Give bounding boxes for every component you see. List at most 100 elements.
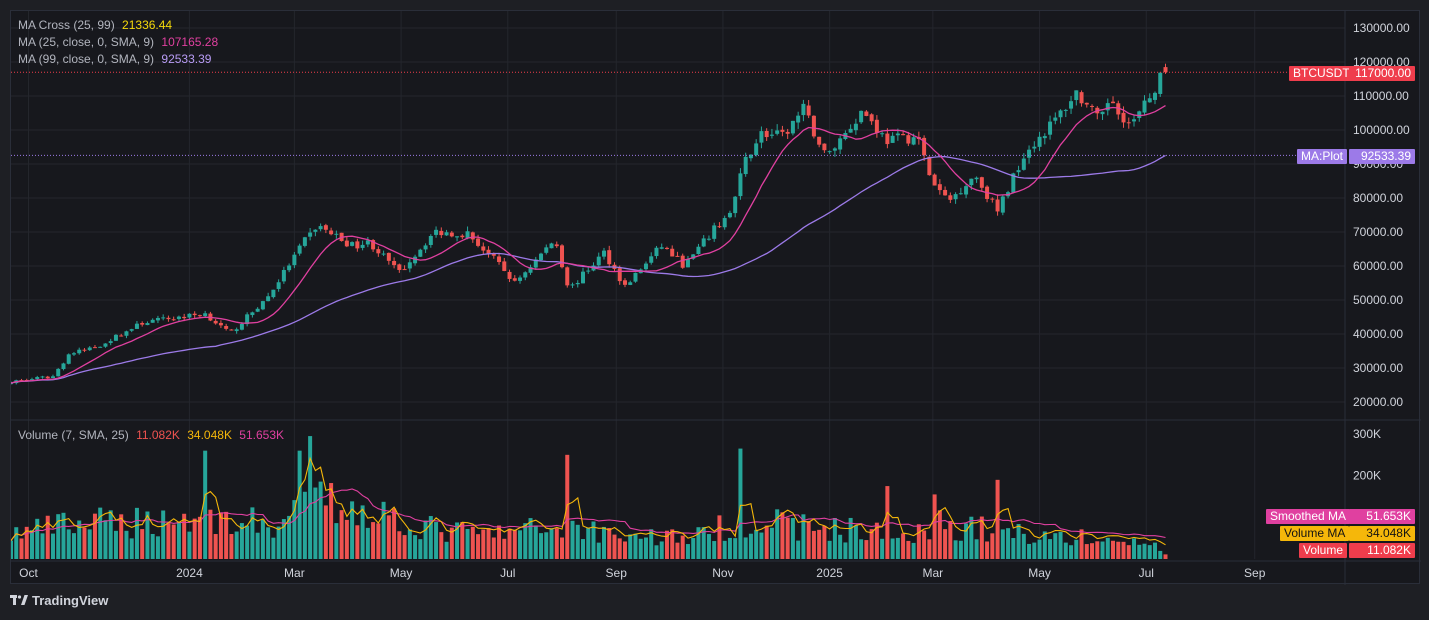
candle-body — [869, 114, 874, 122]
candle-body — [979, 177, 984, 188]
price-tick-label: 110000.00 — [1353, 89, 1409, 103]
volume-bar — [1016, 524, 1021, 559]
volume-bar — [507, 528, 512, 559]
candle-body — [455, 236, 460, 238]
chart-frame[interactable]: 20000.00 30000.00 40000.00 50000.00 60000.00… — [10, 10, 1421, 585]
volume-bar — [601, 526, 606, 559]
candle-body — [402, 269, 407, 271]
volume-bar — [691, 538, 696, 559]
candle-body — [927, 156, 932, 176]
candle-body — [859, 110, 864, 123]
candle-body — [1079, 92, 1084, 104]
price-tick-label: 30000.00 — [1353, 361, 1403, 375]
volume-bar — [197, 516, 202, 559]
candle-body — [218, 322, 223, 326]
volume-bar — [612, 534, 617, 559]
candle-body — [601, 250, 606, 257]
time-tick-label: Jul — [1139, 566, 1154, 580]
volume-bar — [166, 523, 171, 559]
candle-body — [1063, 109, 1068, 111]
candle-body — [659, 247, 664, 249]
volume-bar — [953, 540, 958, 559]
volume-bar — [397, 531, 402, 559]
volume-bar — [1153, 542, 1158, 559]
volume-bar — [491, 537, 496, 559]
candle-body — [680, 255, 685, 268]
volume-bar — [554, 528, 559, 559]
candle-body — [838, 138, 843, 150]
volume-bar — [82, 527, 87, 559]
candle-body — [806, 105, 811, 116]
volume-bar — [1063, 542, 1068, 559]
volume-bar — [50, 533, 55, 559]
candle-body — [1048, 121, 1053, 135]
legend-ma25: MA (25, close, 0, SMA, 9) 107165.28 — [18, 34, 218, 51]
volume-bar — [785, 517, 790, 559]
volume-bar — [1084, 544, 1089, 559]
volume-bar — [722, 540, 727, 559]
candle-body — [743, 156, 748, 175]
ma25-line — [11, 105, 1166, 384]
volume-bar — [1147, 545, 1152, 559]
volume-bar — [937, 510, 942, 559]
candle-body — [1074, 90, 1079, 101]
candle-body — [969, 178, 974, 186]
candle-body — [329, 230, 334, 235]
volume-bar — [811, 530, 816, 559]
candle-body — [418, 249, 423, 257]
volume-bar — [523, 523, 528, 559]
candle-body — [1037, 136, 1042, 147]
volume-bar — [586, 527, 591, 559]
candle-body — [832, 148, 837, 151]
volume-bar — [497, 525, 502, 559]
volume-bar — [859, 539, 864, 559]
candle-body — [1163, 67, 1168, 73]
price-chart[interactable]: 20000.00 30000.00 40000.00 50000.00 60000.00… — [11, 11, 1421, 585]
volume-bar — [1158, 550, 1163, 559]
candle-body — [98, 346, 103, 348]
candle-body — [161, 317, 166, 319]
volume-bar — [161, 510, 166, 559]
candle-body — [848, 128, 853, 133]
legend-ma25-label: MA (25, close, 0, SMA, 9) — [18, 35, 155, 49]
volume-bar — [1048, 539, 1053, 559]
volume-tick-label: 200K — [1353, 469, 1381, 483]
volume-bar — [922, 530, 927, 559]
volume-bar — [470, 526, 475, 559]
candle-body — [77, 349, 82, 354]
candle-body — [355, 241, 360, 249]
volume-bar — [890, 538, 895, 559]
legend-volume-v1: 11.082K — [136, 428, 180, 442]
candle-body — [1153, 92, 1158, 100]
candle-body — [1121, 112, 1126, 123]
volume-bar — [302, 491, 307, 559]
candle-body — [323, 225, 328, 230]
volume-bar — [439, 532, 444, 559]
candle-body — [964, 186, 969, 195]
volume-bar — [245, 525, 250, 559]
time-tick-label: Oct — [19, 566, 38, 580]
tradingview-logo[interactable]: TradingView — [10, 593, 108, 608]
volume-bar — [124, 530, 129, 559]
volume-bar — [1021, 533, 1026, 559]
candle-body — [864, 111, 869, 116]
candle-body — [1158, 72, 1163, 94]
candle-body — [628, 282, 633, 285]
candle-body — [386, 252, 391, 261]
volume-bar — [1069, 545, 1074, 559]
volume-bar — [622, 541, 627, 559]
candle-body — [581, 271, 586, 284]
volume-bar — [134, 507, 139, 559]
candle-body — [853, 123, 858, 131]
candle-body — [1137, 111, 1142, 118]
candle-body — [706, 238, 711, 240]
volume-bar — [376, 523, 381, 559]
volume-bar — [974, 539, 979, 559]
volume-bar — [255, 532, 260, 559]
candle-body — [266, 296, 271, 302]
legend-ma-cross: MA Cross (25, 99) 21336.44 — [18, 17, 172, 34]
volume-bar — [334, 523, 339, 559]
candle-body — [664, 247, 669, 250]
candle-body — [780, 129, 785, 132]
volume-bar — [512, 529, 517, 559]
